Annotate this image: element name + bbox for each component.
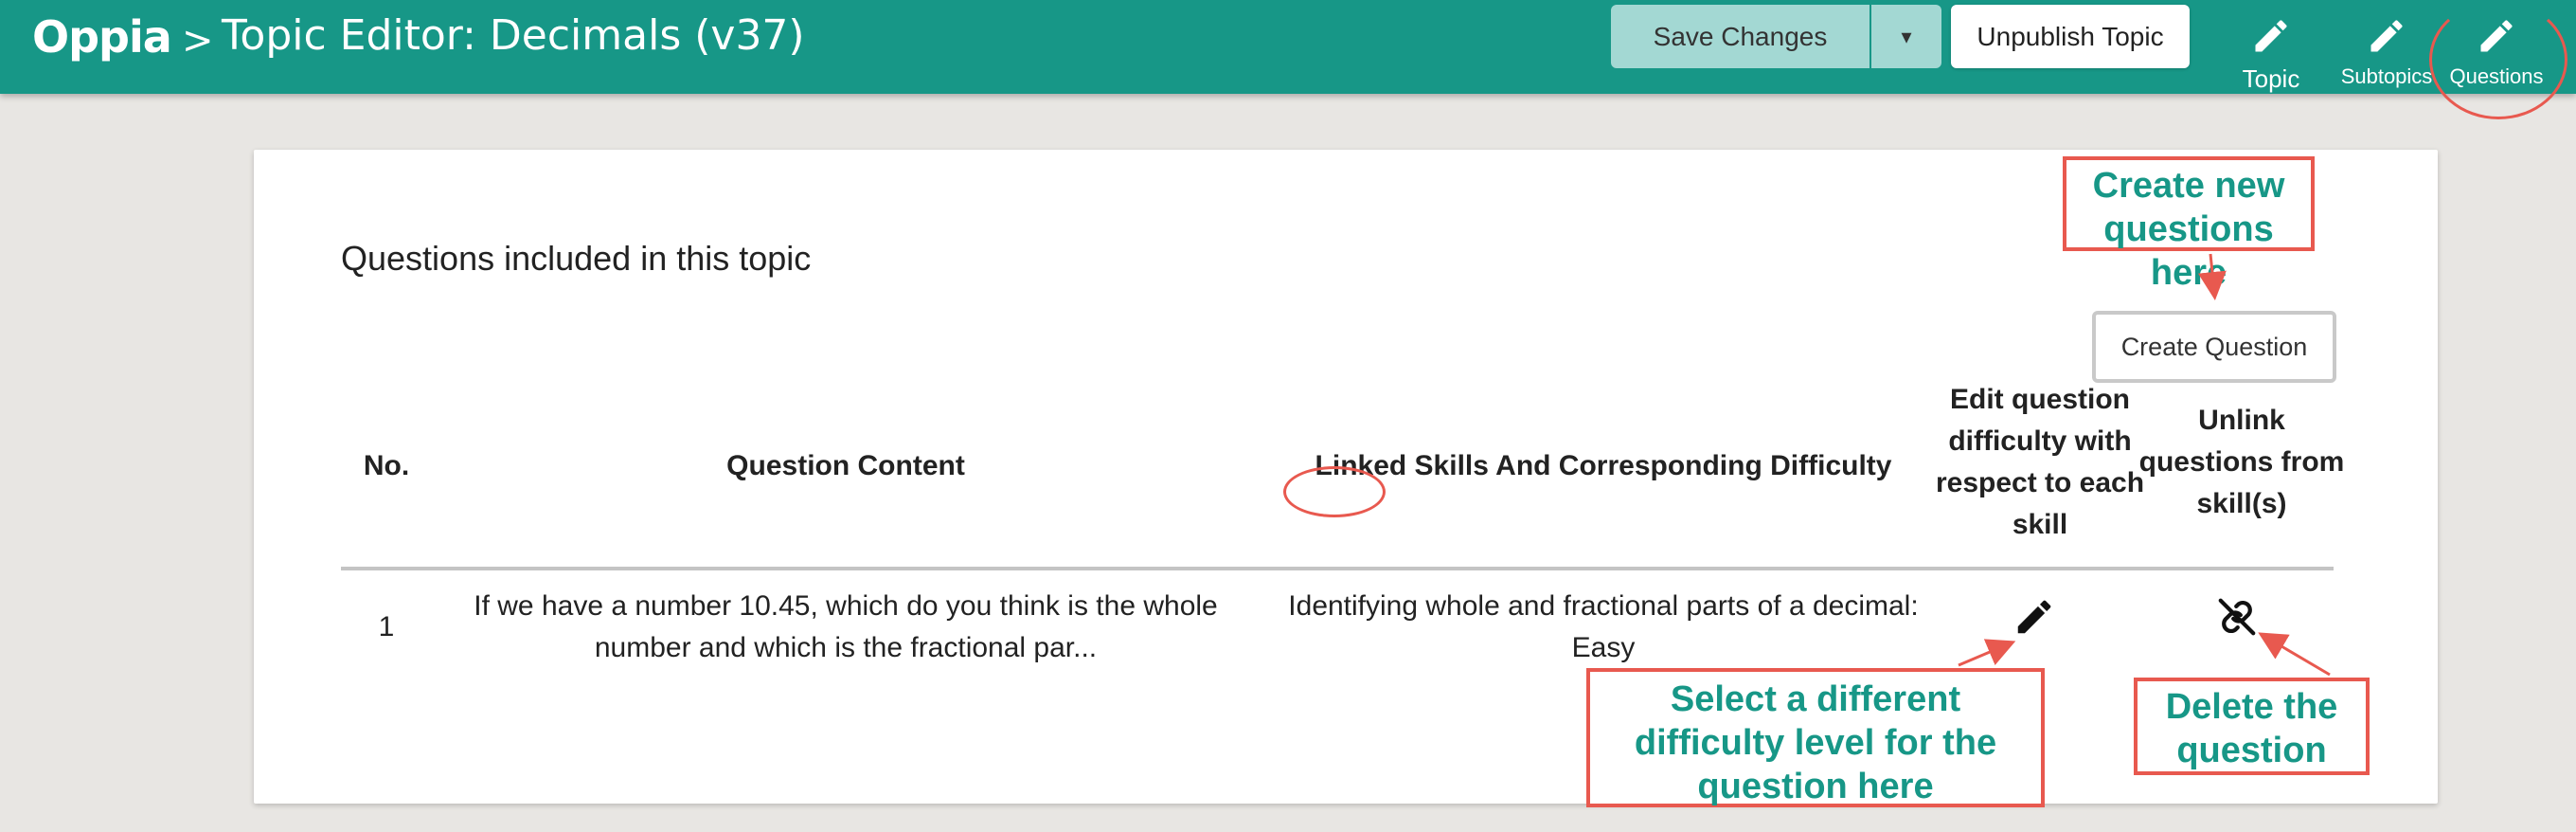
arrow-to-create-question <box>2197 253 2227 300</box>
arrow-to-unlink-icon <box>2258 632 2331 677</box>
arrow-to-edit-icon <box>1958 639 2016 667</box>
annotation-arrows <box>1958 253 2331 677</box>
